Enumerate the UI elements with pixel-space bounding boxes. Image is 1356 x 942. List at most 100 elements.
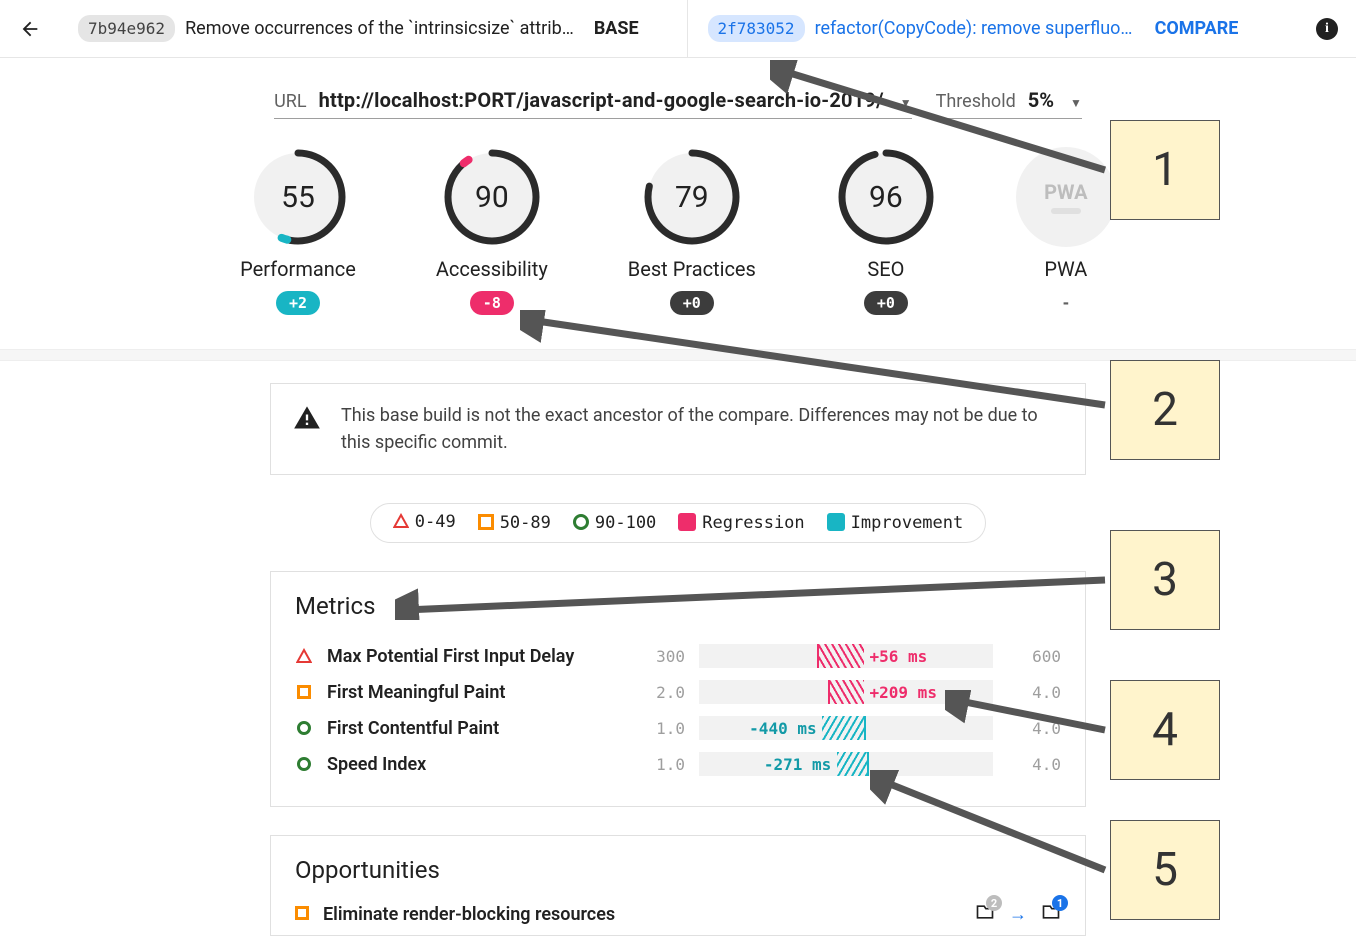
metric-min: 1.0 xyxy=(631,719,685,738)
gauge-pwa[interactable]: PWA PWA - xyxy=(1016,147,1116,315)
regression-swatch xyxy=(678,513,696,531)
square-icon xyxy=(478,514,494,530)
pwa-icon: PWA xyxy=(1016,147,1116,247)
score-legend: 0-49 50-89 90-100 Regression Improvement xyxy=(370,503,987,543)
gauge-delta: -8 xyxy=(470,291,514,315)
gauge-label: SEO xyxy=(867,257,904,281)
gauge-label: PWA xyxy=(1044,257,1087,281)
gauge-label: Performance xyxy=(240,257,356,281)
metric-delta: -271 ms xyxy=(764,755,831,774)
metric-max: 4.0 xyxy=(1007,755,1061,774)
base-report-icon[interactable]: 2 xyxy=(975,902,995,927)
compare-hash: 2f783052 xyxy=(708,15,805,42)
gauge-delta: +2 xyxy=(276,291,320,315)
metrics-heading: Metrics xyxy=(295,592,1061,620)
metric-bar: -271 ms xyxy=(699,752,993,776)
url-value: http://localhost:PORT/javascript-and-goo… xyxy=(319,88,884,112)
gauge-delta: - xyxy=(1044,291,1088,315)
annotation-1: 1 xyxy=(1110,120,1220,220)
metric-delta: +56 ms xyxy=(870,647,928,666)
metrics-card: Metrics Max Potential First Input Delay 3… xyxy=(270,571,1086,807)
threshold-selector[interactable]: Threshold 5% ▼ xyxy=(936,88,1082,119)
gauge-seo[interactable]: 96 SEO +0 xyxy=(836,147,936,315)
threshold-value: 5% xyxy=(1028,88,1054,112)
legend-0-49: 0-49 xyxy=(393,512,456,534)
gauge-delta: +0 xyxy=(670,291,714,315)
base-role: BASE xyxy=(594,18,639,39)
base-hash: 7b94e962 xyxy=(78,15,175,42)
metric-min: 300 xyxy=(631,647,685,666)
metric-row[interactable]: Max Potential First Input Delay 300 +56 ms… xyxy=(295,638,1061,674)
gauge-ring: 96 xyxy=(836,147,936,247)
metric-name: First Contentful Paint xyxy=(327,718,617,739)
gauge-delta: +0 xyxy=(864,291,908,315)
metric-delta: +209 ms xyxy=(870,683,937,702)
info-button[interactable]: i xyxy=(1316,18,1338,40)
back-button[interactable] xyxy=(18,17,42,41)
gauge-ring: 79 xyxy=(642,147,742,247)
circle-icon xyxy=(573,514,589,530)
warning-icon xyxy=(293,404,321,440)
base-message: Remove occurrences of the `intrinsicsize… xyxy=(185,18,574,39)
metric-row[interactable]: First Meaningful Paint 2.0 +209 ms 4.0 xyxy=(295,674,1061,710)
threshold-label: Threshold xyxy=(936,91,1016,112)
metric-bar: +209 ms xyxy=(699,680,993,704)
metric-max: 600 xyxy=(1007,647,1061,666)
gauge-label: Best Practices xyxy=(628,257,756,281)
compare-commit[interactable]: 2f783052 refactor(CopyCode): remove supe… xyxy=(708,15,1297,42)
legend-50-89: 50-89 xyxy=(478,513,551,533)
chevron-down-icon: ▼ xyxy=(900,96,912,110)
opportunities-heading: Opportunities xyxy=(295,856,1061,884)
metric-bar: +56 ms xyxy=(699,644,993,668)
gauge-ring: 90 xyxy=(442,147,542,247)
legend-90-100: 90-100 xyxy=(573,513,656,533)
metric-max: 4.0 xyxy=(1007,683,1061,702)
compare-report-icon[interactable]: 1 xyxy=(1041,902,1061,927)
header-divider xyxy=(687,0,688,58)
gauge-ring: 55 xyxy=(248,147,348,247)
annotation-4: 4 xyxy=(1110,680,1220,780)
legend-regression: Regression xyxy=(678,513,804,533)
metric-row[interactable]: First Contentful Paint1.0-440 ms4.0 xyxy=(295,710,1061,746)
arrow-right-icon: → xyxy=(1009,904,1027,925)
legend-improvement: Improvement xyxy=(827,513,964,533)
metric-row[interactable]: Speed Index1.0-271 ms4.0 xyxy=(295,746,1061,782)
metric-name: First Meaningful Paint xyxy=(327,682,617,703)
warning-text: This base build is not the exact ancesto… xyxy=(341,402,1063,456)
metric-min: 2.0 xyxy=(631,683,685,702)
top-bar: 7b94e962 Remove occurrences of the `intr… xyxy=(0,0,1356,58)
metric-shape-icon xyxy=(295,721,313,735)
gauge-score: 79 xyxy=(642,147,742,247)
annotation-3: 3 xyxy=(1110,530,1220,630)
gauge-performance[interactable]: 55 Performance +2 xyxy=(240,147,356,315)
compare-role: COMPARE xyxy=(1155,18,1239,39)
metric-shape-icon xyxy=(295,757,313,771)
url-selector[interactable]: URL http://localhost:PORT/javascript-and… xyxy=(274,88,911,119)
annotation-2: 2 xyxy=(1110,360,1220,460)
improvement-swatch xyxy=(827,513,845,531)
annotation-5: 5 xyxy=(1110,820,1220,920)
metric-min: 1.0 xyxy=(631,755,685,774)
opportunity-row[interactable]: Eliminate render-blocking resources 2 → 1 xyxy=(295,902,1061,927)
gauge-accessibility[interactable]: 90 Accessibility -8 xyxy=(436,147,548,315)
metric-max: 4.0 xyxy=(1007,719,1061,738)
metric-shape-icon xyxy=(295,685,313,699)
gauge-score: 55 xyxy=(248,147,348,247)
metric-shape-icon xyxy=(295,648,313,664)
url-label: URL xyxy=(274,91,306,112)
ancestor-warning: This base build is not the exact ancesto… xyxy=(270,383,1086,475)
base-commit[interactable]: 7b94e962 Remove occurrences of the `intr… xyxy=(78,15,667,42)
gauge-score: 90 xyxy=(442,147,542,247)
gauge-best-practices[interactable]: 79 Best Practices +0 xyxy=(628,147,756,315)
compare-message: refactor(CopyCode): remove superfluous a… xyxy=(815,18,1135,39)
triangle-icon xyxy=(393,513,409,534)
url-threshold-row: URL http://localhost:PORT/javascript-and… xyxy=(0,88,1356,119)
gauge-score: 96 xyxy=(836,147,936,247)
chevron-down-icon: ▼ xyxy=(1070,96,1082,110)
metric-name: Max Potential First Input Delay xyxy=(327,646,617,667)
opportunities-card: Opportunities Eliminate render-blocking … xyxy=(270,835,1086,936)
opportunity-name: Eliminate render-blocking resources xyxy=(323,904,961,925)
opportunity-shape-icon xyxy=(295,904,309,925)
gauge-label: Accessibility xyxy=(436,257,548,281)
arrow-left-icon xyxy=(19,18,41,40)
